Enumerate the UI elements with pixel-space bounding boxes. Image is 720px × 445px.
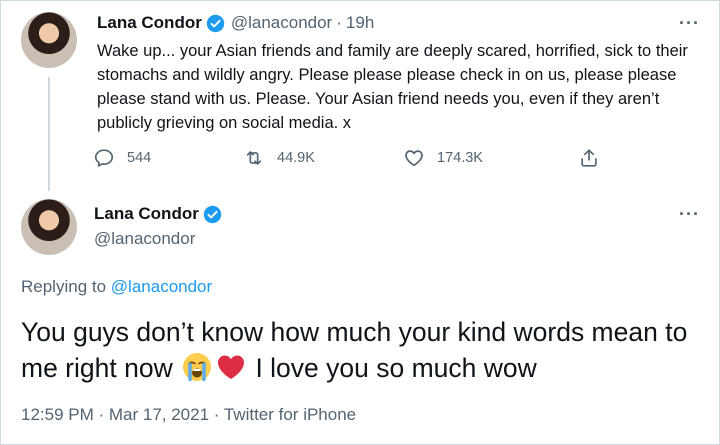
tweet-text-after: I love you so much wow bbox=[248, 353, 537, 383]
tweet-text: Wake up... your Asian friends and family… bbox=[97, 42, 688, 132]
separator-dot: · bbox=[336, 13, 342, 32]
tweet-text: You guys don’t know how much your kind w… bbox=[21, 314, 711, 386]
avatar[interactable] bbox=[21, 12, 77, 68]
retweet-count: 44.9K bbox=[277, 150, 315, 166]
replying-to: Replying to @lanacondor bbox=[21, 277, 212, 297]
tweet-actions: 544 44.9K 174.3K bbox=[93, 147, 612, 169]
retweet-button[interactable]: 44.9K bbox=[243, 147, 403, 169]
replying-handle-link[interactable]: @lanacondor bbox=[111, 277, 212, 296]
share-icon bbox=[581, 149, 597, 167]
loudly-crying-face-emoji bbox=[183, 353, 212, 382]
replying-prefix: Replying to bbox=[21, 277, 107, 296]
avatar[interactable] bbox=[21, 199, 77, 255]
like-count: 174.3K bbox=[437, 150, 483, 166]
handle[interactable]: @lanacondor bbox=[94, 229, 195, 249]
display-name[interactable]: Lana Condor bbox=[97, 13, 202, 33]
retweet-icon bbox=[246, 151, 262, 165]
thread-connector-line bbox=[48, 77, 50, 191]
verified-badge-icon bbox=[206, 14, 225, 32]
display-name[interactable]: Lana Condor bbox=[94, 204, 199, 224]
more-options-icon[interactable]: ··· bbox=[679, 13, 700, 34]
reply-button[interactable]: 544 bbox=[93, 147, 243, 169]
red-heart-emoji bbox=[218, 355, 245, 379]
tweet1-header: Lana Condor @lanacondor · 19h bbox=[97, 13, 374, 33]
tweet-timestamp[interactable]: 12:59 PM · Mar 17, 2021 · Twitter for iP… bbox=[21, 405, 356, 425]
tweet-time[interactable]: 19h bbox=[346, 13, 374, 33]
tweet2-header: Lana Condor bbox=[94, 204, 222, 224]
more-options-icon[interactable]: ··· bbox=[679, 204, 700, 225]
share-button[interactable] bbox=[578, 147, 612, 169]
verified-badge-icon bbox=[203, 205, 222, 223]
handle[interactable]: @lanacondor bbox=[231, 13, 332, 33]
reply-count: 544 bbox=[127, 150, 152, 166]
heart-icon bbox=[405, 150, 423, 167]
reply-icon bbox=[94, 149, 114, 167]
like-button[interactable]: 174.3K bbox=[403, 147, 578, 169]
